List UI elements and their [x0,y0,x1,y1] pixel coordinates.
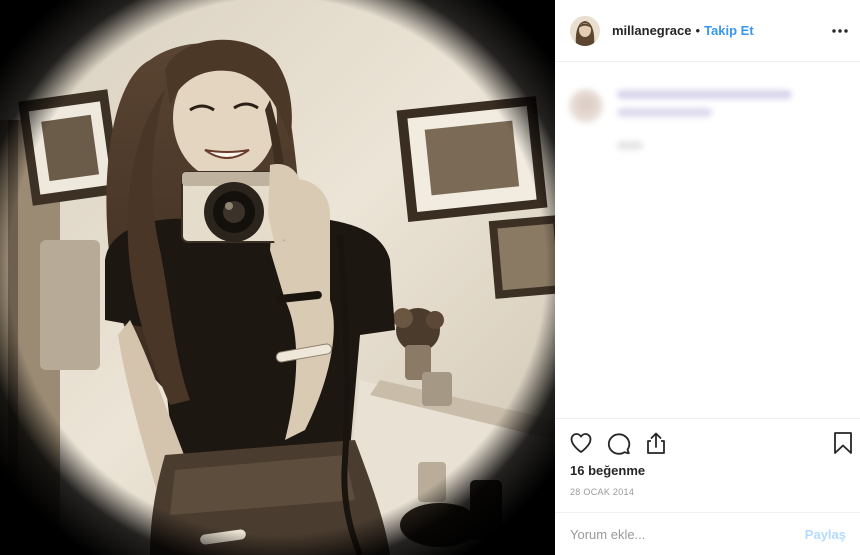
avatar[interactable] [570,15,600,46]
share-icon [647,432,665,454]
blurred-comment-line [617,108,712,117]
separator-dot: • [695,23,701,38]
more-options-button[interactable] [830,21,850,41]
blurred-comment-meta [617,141,643,150]
post-date[interactable]: 28 OCAK 2014 [570,487,634,497]
post-comment-button[interactable]: Paylaş [805,527,846,542]
save-button[interactable] [831,431,857,457]
like-button[interactable] [569,431,595,457]
post-header: millanegrace • Takip Et [555,0,860,62]
share-button[interactable] [644,431,670,457]
blurred-comment-line [617,90,792,99]
likes-count[interactable]: 16 beğenme [570,463,645,478]
comments-area [555,63,860,418]
post-actions [555,418,860,468]
post-details-panel: millanegrace • Takip Et 16 beğenme 28 OC… [555,0,860,555]
avatar-image [570,15,600,46]
comment-bar: Paylaş [555,512,860,555]
post-photo-image [0,0,555,555]
follow-button[interactable]: Takip Et [704,23,754,38]
comment-icon [607,433,631,455]
bookmark-icon [834,432,852,454]
username-link[interactable]: millanegrace [612,23,692,38]
post-photo[interactable] [0,0,555,555]
heart-icon [570,433,592,453]
blurred-commenter-avatar [569,89,603,123]
more-options-icon [832,29,848,33]
comment-input[interactable] [570,523,800,545]
comment-button[interactable] [607,431,633,457]
